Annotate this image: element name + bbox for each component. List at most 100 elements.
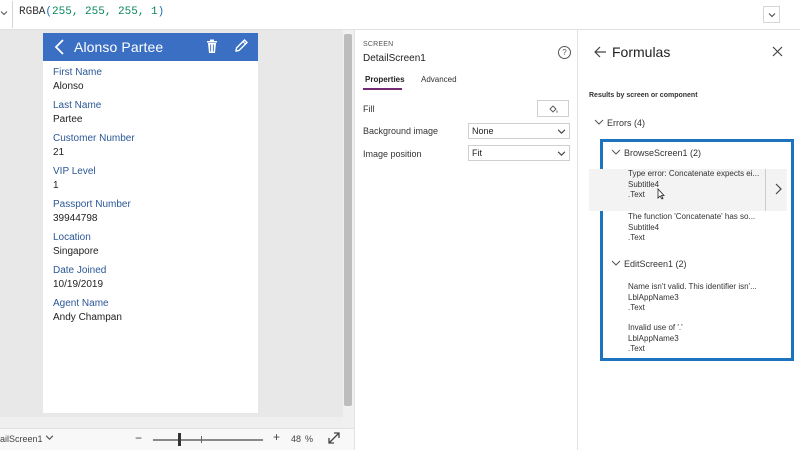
back-arrow-icon[interactable] [594,46,607,58]
error-item[interactable]: The function 'Concatenate' has so... Sub… [589,212,787,254]
zoom-slider-handle[interactable] [178,433,181,446]
error-control: Subtitle4 [628,223,660,232]
error-item[interactable]: Invalid use of '.' LblAppName3 .Text [589,323,787,365]
current-screen-selector[interactable]: ailScreen1 [0,434,43,444]
edit-pencil-icon[interactable] [233,38,249,54]
results-subtitle: Results by screen or component [589,92,698,99]
field-label: First Name [53,67,102,78]
app-screen-preview[interactable]: Alonso Partee First Name Alonso Last Name P… [43,33,258,413]
field-label: Location [53,232,91,243]
field-value: 39944798 [53,213,98,224]
formula-bar: RGBA(255, 255, 255, 1) [0,0,800,30]
form-field[interactable]: Date Joined 10/19/2019 [53,265,106,291]
mouse-cursor-icon [657,188,665,200]
zoom-slider[interactable] [153,439,263,441]
image-position-select[interactable]: Fit [468,145,570,161]
tab-properties[interactable]: Properties [365,75,405,84]
form-field[interactable]: VIP Level 1 [53,166,96,192]
group-editscreen1[interactable]: EditScreen1 (2) [611,259,687,269]
paint-bucket-icon [549,105,558,113]
field-value: 1 [53,180,59,191]
chevron-down-icon [557,124,566,140]
field-value: 21 [53,147,65,158]
background-image-select[interactable]: None [468,123,570,139]
error-message: The function 'Concatenate' has so... [628,212,756,221]
chevron-right-icon [775,183,782,195]
form-field[interactable]: Location Singapore [53,232,99,258]
field-value: Partee [53,114,83,125]
error-message: Name isn't valid. This identifier isn'..… [628,282,757,291]
formula-close-paren: ) [157,6,165,18]
field-label: Customer Number [53,133,135,144]
form-field[interactable]: Last Name Partee [53,100,101,126]
pane-title: Formulas [612,44,671,60]
fill-color-picker[interactable] [537,100,569,117]
zoom-slider-tick [201,436,202,443]
back-arrow-icon[interactable] [53,38,67,56]
trash-icon[interactable] [206,39,218,54]
zoom-out-button[interactable]: − [135,431,142,445]
property-selector-chevron-icon[interactable] [0,9,10,21]
errors-label: Errors (4) [607,118,645,128]
screen-selector-chevron-icon[interactable] [45,433,54,444]
formula-expand-button[interactable] [763,6,780,23]
help-icon[interactable]: ? [558,46,571,59]
form-field[interactable]: Agent Name Andy Champan [53,298,122,324]
group-label: EditScreen1 (2) [624,259,687,269]
image-position-label: Image position [363,149,422,159]
field-label: Last Name [53,100,102,111]
app-title: Alonso Partee [74,39,164,55]
formula-arguments: 255, 255, 255, 1 [52,6,158,18]
group-label: BrowseScreen1 (2) [624,148,702,158]
selected-name: DetailScreen1 [363,53,426,64]
go-to-error-button[interactable] [765,169,787,211]
fill-label: Fill [363,104,375,114]
error-property: .Text [628,344,645,353]
field-label: Date Joined [53,265,107,276]
zoom-in-button[interactable]: + [273,430,280,444]
zoom-value: 48 [291,434,302,444]
field-label: Passport Number [53,199,131,210]
chevron-down-icon [594,118,604,128]
canvas-scroll-thumb[interactable] [344,34,352,406]
formulas-pane: Formulas Results by screen or component … [578,30,800,450]
formula-function: RGBA [19,6,46,18]
tab-advanced[interactable]: Advanced [421,75,457,84]
canvas-status-bar: ailScreen1 − + 48 % [0,428,354,450]
error-message: Type error: Concatenate expects ei... [628,169,760,178]
formula-input[interactable]: RGBA(255, 255, 255, 1) [12,1,780,28]
error-item[interactable]: Name isn't valid. This identifier isn'..… [589,282,787,324]
background-image-label: Background image [363,126,439,136]
zoom-unit: % [305,434,314,444]
canvas-horizontal-scrollbar[interactable] [0,417,343,428]
field-value: Singapore [53,246,99,257]
properties-panel: SCREEN DetailScreen1 ? Properties Advanc… [354,30,578,450]
field-value: Alonso [53,81,84,92]
image-position-value: Fit [472,148,482,158]
active-tab-indicator [363,88,402,90]
error-control: LblAppName3 [628,293,679,302]
close-icon[interactable] [772,46,783,57]
app-header: Alonso Partee [43,33,258,61]
error-property: .Text [628,190,645,199]
chevron-down-icon [611,148,621,158]
group-browsescreen1[interactable]: BrowseScreen1 (2) [611,148,701,158]
error-property: .Text [628,233,645,242]
errors-group-toggle[interactable]: Errors (4) [594,118,645,128]
field-value: 10/19/2019 [53,279,104,290]
form-field[interactable]: Customer Number 21 [53,133,135,159]
field-value: Andy Champan [53,312,122,323]
chevron-down-icon [611,259,621,269]
error-message: Invalid use of '.' [628,323,683,332]
error-control: Subtitle4 [628,180,660,189]
chevron-down-icon [557,146,566,162]
field-label: Agent Name [53,298,109,309]
error-item[interactable]: Type error: Concatenate expects ei... Su… [589,169,787,211]
background-image-value: None [472,126,494,136]
error-property: .Text [628,303,645,312]
powerapps-studio: RGBA(255, 255, 255, 1) Alonso Partee Fir… [0,0,800,450]
form-field[interactable]: First Name Alonso [53,67,102,93]
field-label: VIP Level [53,166,96,177]
fit-to-window-icon[interactable] [327,431,341,445]
form-field[interactable]: Passport Number 39944798 [53,199,131,225]
